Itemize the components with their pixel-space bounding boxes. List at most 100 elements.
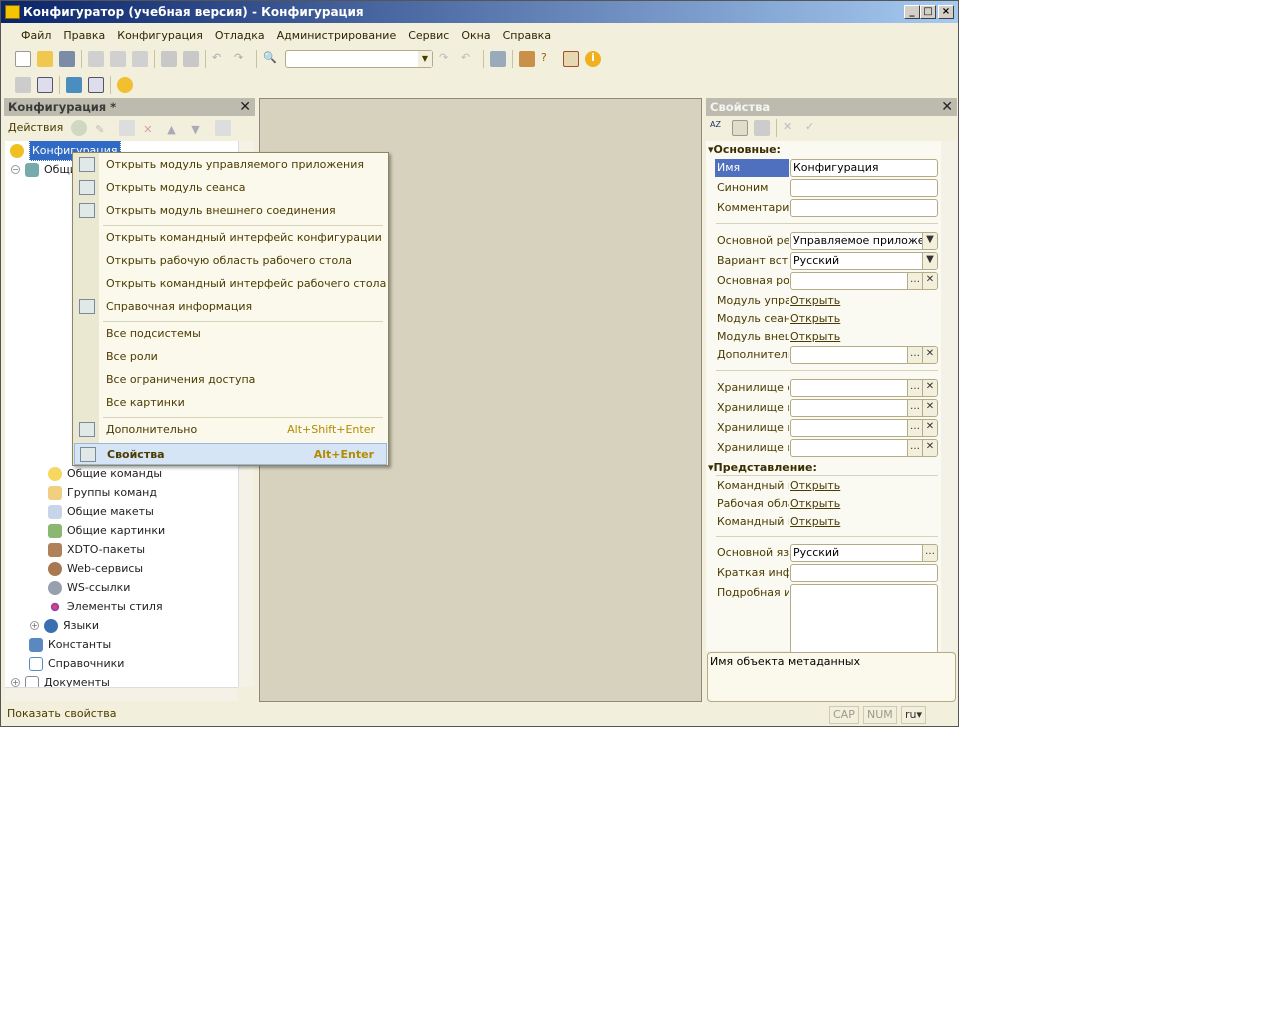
open-folder-icon[interactable] <box>37 51 53 67</box>
sort-icon[interactable] <box>215 120 232 136</box>
open-command-interface-link[interactable]: Открыть <box>790 477 840 495</box>
storage-field[interactable]: … ✕ <box>790 439 938 457</box>
script-variant-select[interactable]: Русский ▼ <box>790 252 938 270</box>
tree-item-documents[interactable]: + Документы <box>11 673 110 687</box>
synonym-field[interactable] <box>790 179 938 197</box>
tree-item-command-groups[interactable]: Группы команд <box>48 483 157 502</box>
menu-item-open-external-module[interactable]: Открыть модуль внешнего соединения <box>74 200 387 222</box>
menu-debug[interactable]: Отладка <box>215 29 265 42</box>
cut-icon[interactable] <box>88 51 104 67</box>
search-icon[interactable]: 🔍 <box>263 51 279 67</box>
menu-item-open-command-interface[interactable]: Открыть командный интерфейс конфигурации <box>74 227 387 249</box>
menu-edit[interactable]: Правка <box>63 29 105 42</box>
windows-icon[interactable] <box>490 51 506 67</box>
additional-roles-field[interactable]: … ✕ <box>790 346 938 364</box>
menu-item-open-session-module[interactable]: Открыть модуль сеанса <box>74 177 387 199</box>
open-app-module-link[interactable]: Открыть <box>790 292 840 310</box>
apply-icon[interactable]: ✓ <box>805 120 821 136</box>
cancel-icon[interactable]: ✕ <box>783 120 799 136</box>
paste-icon[interactable] <box>132 51 148 67</box>
tree-item-web-services[interactable]: Web-сервисы <box>48 559 143 578</box>
move-down-icon[interactable]: ▼ <box>191 120 207 136</box>
tree-item-constants[interactable]: Константы <box>29 635 111 654</box>
sort-alpha-icon[interactable]: AZ <box>710 120 726 136</box>
storage-field[interactable]: … ✕ <box>790 379 938 397</box>
open-external-module-link[interactable]: Открыть <box>790 328 840 346</box>
tree-item-xdto-packages[interactable]: XDTO-пакеты <box>48 540 145 559</box>
form-icon[interactable] <box>88 77 104 93</box>
tree-item-common-templates[interactable]: Общие макеты <box>48 502 154 521</box>
tree-item-ws-links[interactable]: WS-ссылки <box>48 578 130 597</box>
close-button[interactable]: × <box>938 5 954 19</box>
save-icon[interactable] <box>59 51 75 67</box>
compare-icon[interactable] <box>37 77 53 93</box>
move-up-icon[interactable]: ▲ <box>167 120 183 136</box>
menu-help[interactable]: Справка <box>503 29 551 42</box>
menu-windows[interactable]: Окна <box>461 29 490 42</box>
print-preview-icon[interactable] <box>183 51 199 67</box>
detailed-info-field[interactable] <box>790 584 938 654</box>
print-icon[interactable] <box>161 51 177 67</box>
menu-item-help-info[interactable]: Справочная информация <box>74 296 387 318</box>
menu-file[interactable]: Файл <box>21 29 51 42</box>
language-selector[interactable]: ru▾ <box>901 706 927 724</box>
open-work-area-link[interactable]: Открыть <box>790 495 840 513</box>
group-categories-icon[interactable] <box>732 120 748 136</box>
redo-icon[interactable]: ↷ <box>234 51 250 67</box>
close-icon[interactable]: ✕ <box>941 98 953 116</box>
menu-configuration[interactable]: Конфигурация <box>117 29 203 42</box>
actions-menu-button[interactable]: Действия <box>8 118 63 138</box>
minimize-button[interactable]: _ <box>904 5 920 19</box>
properties-scrollbar[interactable] <box>941 141 957 651</box>
assistant-icon[interactable] <box>519 51 535 67</box>
config-icon[interactable] <box>15 77 31 93</box>
launch-mode-select[interactable]: Управляемое приложение ▼ <box>790 232 938 250</box>
chevron-down-icon[interactable]: ▼ <box>418 51 432 67</box>
properties-header: Свойства ✕ <box>706 98 957 116</box>
search-input[interactable]: ▼ <box>285 50 433 68</box>
menu-item-properties[interactable]: Свойства Alt+Enter <box>74 443 387 465</box>
open-session-module-link[interactable]: Открыть <box>790 310 840 328</box>
menu-item-all-pictures[interactable]: Все картинки <box>74 392 387 414</box>
filter-icon[interactable] <box>754 120 770 136</box>
copy-item-icon[interactable] <box>119 120 136 136</box>
help-search-icon[interactable]: ? <box>541 51 557 67</box>
tree-item-style-elements[interactable]: Элементы стиля <box>48 597 163 616</box>
edit-icon[interactable]: ✎ <box>95 120 111 136</box>
delete-icon[interactable]: ✕ <box>143 120 159 136</box>
open-desktop-command-link[interactable]: Открыть <box>790 513 840 531</box>
brief-info-field[interactable] <box>790 564 938 582</box>
maximize-button[interactable]: □ <box>920 5 936 19</box>
new-file-icon[interactable] <box>15 51 31 67</box>
menu-administration[interactable]: Администрирование <box>277 29 397 42</box>
undo-icon[interactable]: ↶ <box>212 51 228 67</box>
copy-icon[interactable] <box>110 51 126 67</box>
find-next-icon[interactable]: ↷ <box>439 51 455 67</box>
tree-item-languages[interactable]: + Языки <box>30 616 99 635</box>
syntax-helper-icon[interactable] <box>563 51 579 67</box>
name-field[interactable]: Конфигурация <box>790 159 938 177</box>
menu-item-open-work-area[interactable]: Открыть рабочую область рабочего стола <box>74 250 387 272</box>
menu-service[interactable]: Сервис <box>408 29 449 42</box>
tree-item-common-commands[interactable]: Общие команды <box>48 464 162 483</box>
close-icon[interactable]: ✕ <box>239 98 251 116</box>
menu-item-all-subsystems[interactable]: Все подсистемы <box>74 323 387 345</box>
menu-item-open-desktop-interface[interactable]: Открыть командный интерфейс рабочего сто… <box>74 273 387 295</box>
main-language-field[interactable]: Русский… <box>790 544 938 562</box>
menu-item-all-roles[interactable]: Все роли <box>74 346 387 368</box>
add-icon[interactable] <box>71 120 88 136</box>
menu-item-open-app-module[interactable]: Открыть модуль управляемого приложения <box>74 154 387 176</box>
info-icon[interactable]: i <box>585 51 601 67</box>
tree-item-common-pictures[interactable]: Общие картинки <box>48 521 165 540</box>
find-prev-icon[interactable]: ↶ <box>461 51 477 67</box>
update-db-icon[interactable] <box>66 77 82 93</box>
tree-item-catalogs[interactable]: Справочники <box>29 654 124 673</box>
menu-item-additional[interactable]: Дополнительно Alt+Shift+Enter <box>74 419 387 441</box>
run-debug-icon[interactable] <box>117 77 133 93</box>
tree-horizontal-scrollbar[interactable] <box>5 687 238 701</box>
main-role-field[interactable]: … ✕ <box>790 272 938 290</box>
menu-item-all-access-restrictions[interactable]: Все ограничения доступа <box>74 369 387 391</box>
comment-field[interactable] <box>790 199 938 217</box>
storage-field[interactable]: … ✕ <box>790 399 938 417</box>
storage-field[interactable]: … ✕ <box>790 419 938 437</box>
